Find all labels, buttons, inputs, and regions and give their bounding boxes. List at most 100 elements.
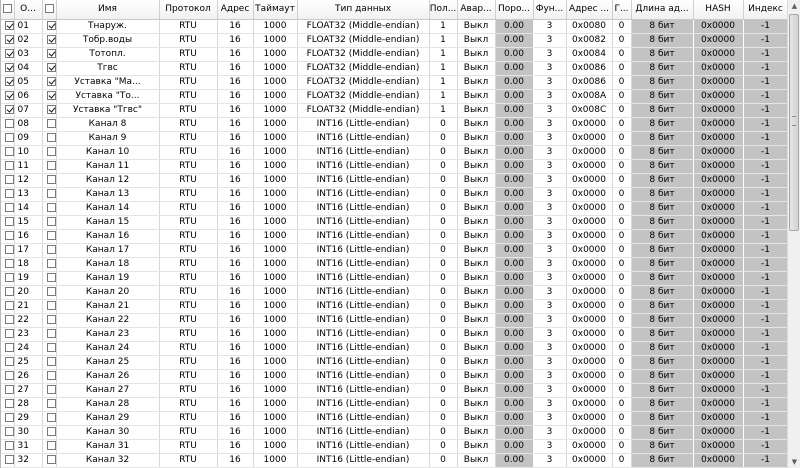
- cell-address[interactable]: 16: [217, 285, 254, 300]
- cell-index[interactable]: -1: [743, 33, 788, 48]
- cell-function[interactable]: 3: [533, 117, 567, 132]
- cell-hash[interactable]: 0x0000: [693, 19, 744, 34]
- row-enabled-checkbox[interactable]: [46, 147, 55, 156]
- cell-length[interactable]: 8 бит: [631, 369, 694, 384]
- cell-alarm[interactable]: Выкл: [457, 103, 496, 118]
- cell-threshold[interactable]: 0.00: [495, 383, 534, 398]
- cell-pol[interactable]: 0: [429, 145, 458, 160]
- cell-pol[interactable]: 1: [429, 103, 458, 118]
- cell-protocol[interactable]: RTU: [159, 145, 218, 160]
- cell-timeout[interactable]: 1000: [253, 439, 298, 454]
- cell-select[interactable]: [1, 257, 15, 272]
- cell-function[interactable]: 3: [533, 33, 567, 48]
- cell-pol[interactable]: 0: [429, 299, 458, 314]
- cell-alarm[interactable]: Выкл: [457, 47, 496, 62]
- cell-index[interactable]: -1: [743, 453, 788, 468]
- row-select-checkbox[interactable]: [5, 441, 13, 450]
- cell-hash[interactable]: 0x0000: [693, 117, 744, 132]
- cell-register-address[interactable]: 0x0084: [566, 47, 613, 62]
- cell-pol[interactable]: 0: [429, 439, 458, 454]
- cell-threshold[interactable]: 0.00: [495, 299, 534, 314]
- cell-data-type[interactable]: FLOAT32 (Middle-endian): [297, 61, 430, 76]
- cell-protocol[interactable]: RTU: [159, 341, 218, 356]
- cell-select[interactable]: [1, 425, 15, 440]
- cell-hash[interactable]: 0x0000: [693, 383, 744, 398]
- cell-index[interactable]: -1: [743, 355, 788, 370]
- cell-enabled[interactable]: [42, 257, 57, 272]
- cell-timeout[interactable]: 1000: [253, 159, 298, 174]
- cell-timeout[interactable]: 1000: [253, 341, 298, 356]
- row-select-checkbox[interactable]: [5, 161, 13, 170]
- table-row[interactable]: 22 Канал 22 RTU 16 1000 INT16 (Little-endian)…: [1, 313, 788, 328]
- cell-data-type[interactable]: INT16 (Little-endian): [297, 327, 430, 342]
- row-enabled-checkbox[interactable]: [46, 203, 55, 212]
- cell-hash[interactable]: 0x0000: [693, 257, 744, 272]
- cell-timeout[interactable]: 1000: [253, 285, 298, 300]
- cell-data-type[interactable]: INT16 (Little-endian): [297, 313, 430, 328]
- cell-hash[interactable]: 0x0000: [693, 425, 744, 440]
- cell-register-address[interactable]: 0x0000: [566, 411, 613, 426]
- cell-index[interactable]: -1: [743, 285, 788, 300]
- cell-g[interactable]: 0: [612, 327, 632, 342]
- cell-register-address[interactable]: 0x0000: [566, 383, 613, 398]
- header-threshold[interactable]: Поро...: [495, 0, 534, 20]
- cell-enabled[interactable]: [42, 89, 57, 104]
- row-select-checkbox[interactable]: [5, 413, 13, 422]
- cell-address[interactable]: 16: [217, 425, 254, 440]
- cell-timeout[interactable]: 1000: [253, 215, 298, 230]
- row-enabled-checkbox[interactable]: [46, 343, 55, 352]
- cell-address[interactable]: 16: [217, 397, 254, 412]
- cell-threshold[interactable]: 0.00: [495, 215, 534, 230]
- cell-g[interactable]: 0: [612, 145, 632, 160]
- cell-timeout[interactable]: 1000: [253, 201, 298, 216]
- cell-protocol[interactable]: RTU: [159, 75, 218, 90]
- cell-g[interactable]: 0: [612, 453, 632, 468]
- cell-g[interactable]: 0: [612, 103, 632, 118]
- cell-hash[interactable]: 0x0000: [693, 411, 744, 426]
- cell-hash[interactable]: 0x0000: [693, 341, 744, 356]
- cell-protocol[interactable]: RTU: [159, 285, 218, 300]
- cell-select[interactable]: [1, 229, 15, 244]
- cell-select[interactable]: [1, 159, 15, 174]
- cell-protocol[interactable]: RTU: [159, 131, 218, 146]
- cell-register-address[interactable]: 0x0000: [566, 299, 613, 314]
- cell-index[interactable]: -1: [743, 341, 788, 356]
- cell-protocol[interactable]: RTU: [159, 271, 218, 286]
- cell-length[interactable]: 8 бит: [631, 89, 694, 104]
- cell-pol[interactable]: 0: [429, 117, 458, 132]
- cell-name[interactable]: Канал 16: [56, 229, 160, 244]
- table-row[interactable]: 11 Канал 11 RTU 16 1000 INT16 (Little-endian)…: [1, 159, 788, 174]
- cell-alarm[interactable]: Выкл: [457, 117, 496, 132]
- cell-select[interactable]: [1, 453, 15, 468]
- cell-enabled[interactable]: [42, 411, 57, 426]
- cell-g[interactable]: 0: [612, 383, 632, 398]
- cell-protocol[interactable]: RTU: [159, 89, 218, 104]
- cell-select[interactable]: [1, 187, 15, 202]
- cell-address[interactable]: 16: [217, 201, 254, 216]
- cell-address[interactable]: 16: [217, 215, 254, 230]
- cell-select[interactable]: [1, 411, 15, 426]
- cell-name[interactable]: Канал 10: [56, 145, 160, 160]
- cell-name[interactable]: Тнаруж.: [56, 19, 160, 34]
- cell-hash[interactable]: 0x0000: [693, 159, 744, 174]
- cell-length[interactable]: 8 бит: [631, 229, 694, 244]
- cell-length[interactable]: 8 бит: [631, 187, 694, 202]
- cell-data-type[interactable]: INT16 (Little-endian): [297, 397, 430, 412]
- cell-function[interactable]: 3: [533, 453, 567, 468]
- cell-length[interactable]: 8 бит: [631, 173, 694, 188]
- cell-timeout[interactable]: 1000: [253, 411, 298, 426]
- cell-index[interactable]: -1: [743, 299, 788, 314]
- cell-hash[interactable]: 0x0000: [693, 215, 744, 230]
- cell-address[interactable]: 16: [217, 19, 254, 34]
- cell-select[interactable]: [1, 439, 15, 454]
- cell-index[interactable]: -1: [743, 131, 788, 146]
- cell-enabled[interactable]: [42, 453, 57, 468]
- row-enabled-checkbox[interactable]: [46, 119, 55, 128]
- cell-name[interactable]: Канал 17: [56, 243, 160, 258]
- cell-g[interactable]: 0: [612, 397, 632, 412]
- row-select-checkbox[interactable]: [5, 147, 13, 156]
- cell-g[interactable]: 0: [612, 187, 632, 202]
- cell-enabled[interactable]: [42, 313, 57, 328]
- cell-threshold[interactable]: 0.00: [495, 75, 534, 90]
- cell-data-type[interactable]: INT16 (Little-endian): [297, 243, 430, 258]
